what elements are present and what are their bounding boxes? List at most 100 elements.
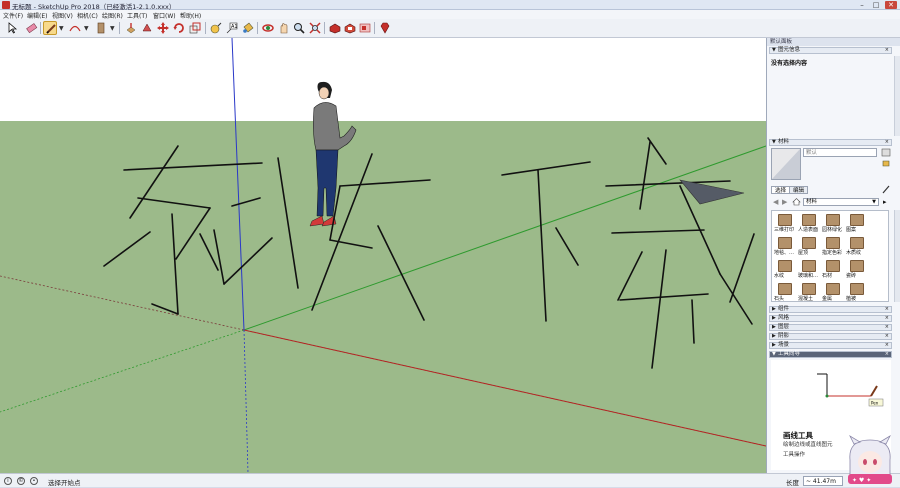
pan-icon[interactable] [277,21,291,35]
sky [0,38,766,121]
main-toolbar: ▼ ▼ ▼ A1 [0,19,900,38]
minimize-button[interactable]: – [856,1,868,9]
material-grid: 三维打印 人造表面 园林绿化 图案 地毯、… 屋顶 指定色彩 木质纹 水纹 玻璃… [771,210,889,302]
paint-bucket-icon[interactable] [241,21,255,35]
material-item[interactable]: 三维打印 [774,213,796,235]
measurements-label: 长度 [786,479,799,487]
pencil-icon[interactable] [43,21,57,35]
material-item[interactable]: 地毯、… [774,236,796,258]
entity-info-content: 没有选择内容 [771,60,808,67]
status-bar: i © • 选择开始点 长度 ~ 41.47m [0,473,900,487]
measurements-input[interactable]: ~ 41.47m [803,476,843,486]
material-item[interactable]: 屋顶 [798,236,820,258]
eyedropper-icon[interactable] [881,184,891,194]
home-icon[interactable] [792,197,801,206]
arc-dropdown-chevron-icon[interactable]: ▼ [84,25,89,32]
toolbar-separator [374,22,375,34]
ruby-icon[interactable] [378,21,392,35]
tab-select[interactable]: 选择 [771,186,791,194]
orbit-icon[interactable] [261,21,275,35]
sketchup-window: 无标题 - SketchUp Pro 2018（已经激活1-2.1.0.xxx）… [0,0,900,487]
material-item[interactable]: 木质纹 [846,236,868,258]
instructor-animation: Pen [817,373,884,407]
components-panel-header[interactable]: ▶ 组件 × [769,306,892,313]
title-bar: 无标题 - SketchUp Pro 2018（已经激活1-2.1.0.xxx）… [0,0,900,11]
push-pull-icon[interactable] [124,21,138,35]
arc-icon[interactable] [68,21,82,35]
close-panel-icon[interactable]: × [885,140,889,145]
back-arrow-icon[interactable]: ◀ [773,198,778,206]
material-name-field[interactable] [803,148,877,157]
zoom-extents-icon[interactable] [308,21,322,35]
collapse-triangle-icon: ▼ [772,139,776,145]
close-button[interactable]: ✕ [885,1,897,9]
offset-icon[interactable] [140,21,154,35]
text-icon[interactable]: A1 [225,21,239,35]
model-viewport[interactable] [0,38,766,473]
select-icon[interactable] [5,21,19,35]
zoom-icon[interactable] [292,21,306,35]
tape-measure-icon[interactable] [209,21,223,35]
material-item[interactable]: 园林绿化 [822,213,844,235]
materials-panel-header[interactable]: ▼ 材料 × [769,139,892,146]
scale-icon[interactable] [188,21,202,35]
user-icon[interactable]: • [30,477,38,485]
svg-text:✦ ♥ ✦: ✦ ♥ ✦ [852,477,871,484]
entity-info-panel-header[interactable]: ▼ 图元信息 × [769,47,892,54]
tab-edit[interactable]: 编辑 [789,186,809,194]
entity-info-title: 图元信息 [778,47,801,53]
layers-panel-header[interactable]: ▶ 图层 × [769,324,892,331]
toolbar-separator [205,22,206,34]
details-arrow-icon[interactable]: ▸ [883,198,887,206]
rotate-icon[interactable] [172,21,186,35]
material-item[interactable]: 水纹 [774,259,796,281]
maximize-button[interactable]: □ [870,1,882,9]
toolbar-separator [119,22,120,34]
material-library-value: 材料 [806,199,818,205]
layout-icon[interactable] [358,21,372,35]
mascot-watermark-image: ✦ ♥ ✦ [844,434,896,486]
toolbar-separator [40,22,41,34]
material-item[interactable]: 石头 [774,282,796,301]
svg-text:Pen: Pen [871,401,879,406]
shape-icon[interactable] [94,21,108,35]
sample-paint-icon[interactable] [881,159,891,168]
extension-warehouse-icon[interactable] [343,21,357,35]
instructor-more: 工具操作 [783,452,806,458]
toolbar-separator [324,22,325,34]
eraser-icon[interactable] [24,21,38,35]
status-hint: 选择开始点 [48,479,81,487]
material-item[interactable]: 植被 [846,282,868,301]
menu-bar: 文件(F) 编辑(E) 视图(V) 相机(C) 绘图(R) 工具(T) 窗口(W… [0,10,900,20]
material-item[interactable]: 人造表面 [798,213,820,235]
tray-header: 默认面板 [767,38,900,46]
geo-location-icon[interactable]: i [4,477,12,485]
chevron-down-icon: ▼ [872,199,876,205]
collapse-triangle-icon: ▼ [772,47,776,53]
instructor-panel-header[interactable]: ▼ 工具向导 × [769,351,892,358]
move-icon[interactable] [156,21,170,35]
tray-scrollbar[interactable] [894,56,900,136]
material-item[interactable]: 玻璃和… [798,259,820,281]
scenes-panel-header[interactable]: ▶ 场景 × [769,342,892,349]
pencil-dropdown-chevron-icon[interactable]: ▼ [59,25,64,32]
materials-title: 材料 [778,139,790,145]
material-item[interactable]: 图案 [846,213,868,235]
styles-panel-header[interactable]: ▶ 风格 × [769,315,892,322]
credits-icon[interactable]: © [17,477,25,485]
3d-warehouse-icon[interactable] [328,21,342,35]
close-panel-icon[interactable]: × [885,48,889,53]
material-preview-swatch [771,148,801,180]
create-material-icon[interactable] [881,148,891,157]
shape-dropdown-chevron-icon[interactable]: ▼ [110,25,115,32]
material-item[interactable]: 石材 [822,259,844,281]
instructor-description: 绘制边线或直线图元 [783,442,833,448]
shadows-panel-header[interactable]: ▶ 阴影 × [769,333,892,340]
material-item[interactable]: 指定色彩 [822,236,844,258]
material-item[interactable]: 混凝土 [798,282,820,301]
forward-arrow-icon[interactable]: ▶ [782,198,787,206]
material-item[interactable]: 金属 [822,282,844,301]
material-library-select[interactable]: 材料 ▼ [803,198,879,206]
material-grid-scrollbar[interactable] [894,210,900,302]
material-item[interactable]: 瓷砖 [846,259,868,281]
